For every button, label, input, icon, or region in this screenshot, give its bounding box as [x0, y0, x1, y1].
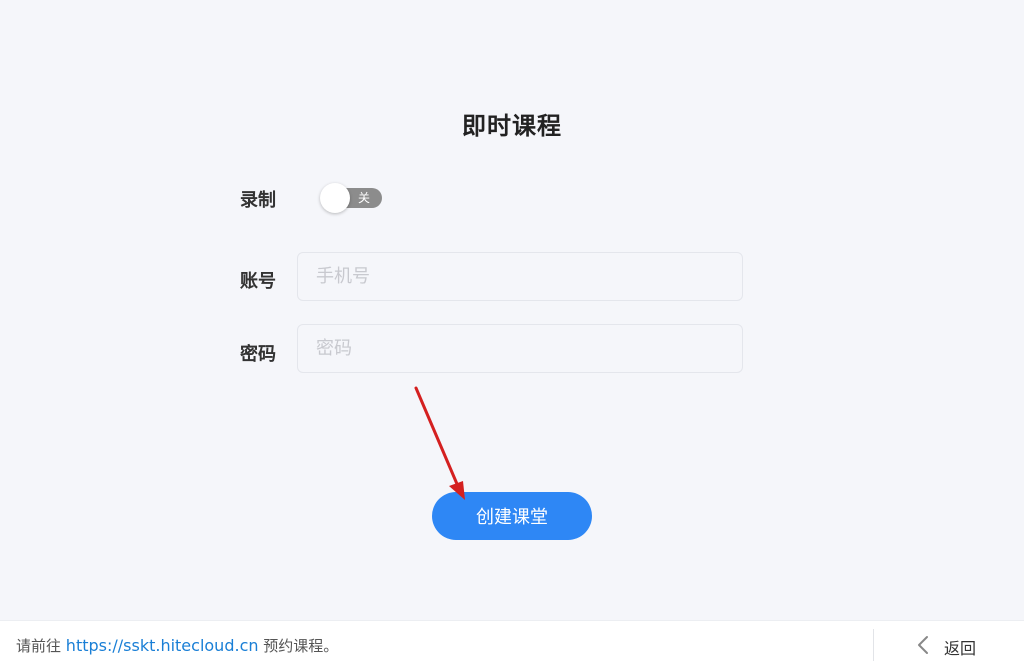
password-input[interactable]	[297, 324, 743, 373]
page-title: 即时课程	[462, 112, 562, 140]
toggle-state-text: 关	[358, 191, 371, 205]
back-label: 返回	[944, 639, 977, 658]
create-classroom-button[interactable]: 创建课堂	[432, 492, 592, 540]
footer-note-suffix: 预约课程。	[263, 637, 339, 655]
record-toggle[interactable]: 关	[320, 183, 382, 213]
back-button[interactable]: 返回	[912, 629, 1012, 661]
account-label: 账号	[240, 271, 276, 292]
toggle-knob[interactable]	[320, 183, 350, 213]
main-panel: 即时课程 录制 关 账号 密码 创建课堂	[0, 0, 1024, 620]
footer-note: 请前往 https://sskt.hitecloud.cn 预约课程。	[16, 635, 338, 656]
record-label: 录制	[240, 190, 276, 211]
footer-note-prefix: 请前往	[16, 637, 62, 655]
password-label: 密码	[240, 344, 276, 365]
booking-site-link[interactable]: https://sskt.hitecloud.cn	[66, 636, 259, 655]
chevron-left-icon	[918, 636, 928, 654]
footer-divider	[873, 629, 874, 661]
footer-bar: 请前往 https://sskt.hitecloud.cn 预约课程。 返回	[0, 620, 1024, 668]
account-input[interactable]	[297, 252, 743, 301]
